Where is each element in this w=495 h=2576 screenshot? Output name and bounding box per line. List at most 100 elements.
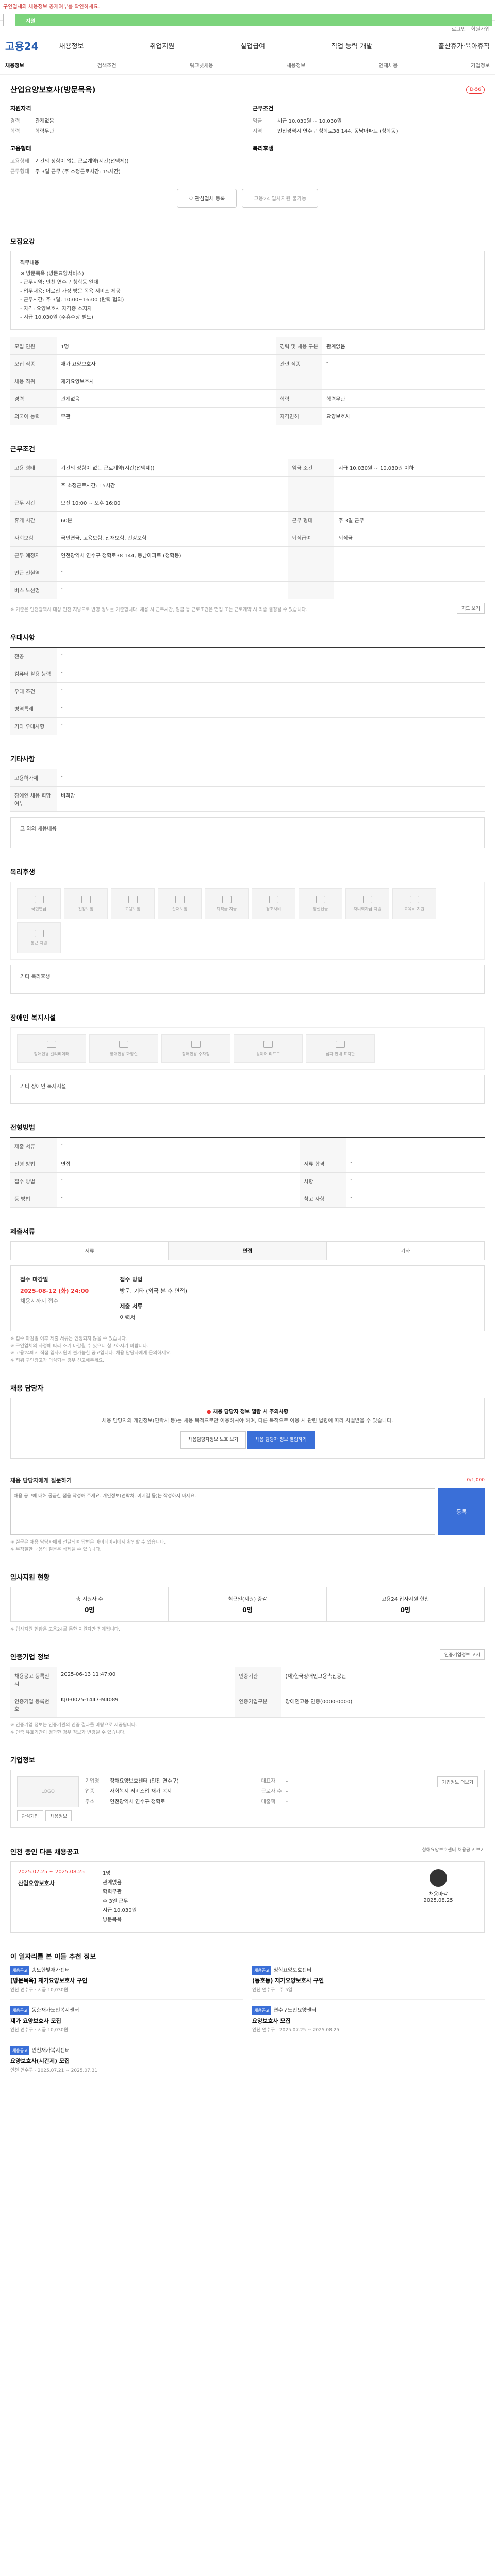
nav-item-leave[interactable]: 출산휴가·육아휴직 bbox=[438, 41, 490, 50]
note-line: ※ 질문은 채용 담당자에게 전달되며 답변은 마이페이지에서 확인할 수 있습… bbox=[10, 1540, 166, 1545]
row-label: 서류 합격 bbox=[300, 1155, 346, 1173]
benefit-label: 경조사비 bbox=[266, 906, 282, 911]
stat-value: 0명 bbox=[84, 1606, 95, 1614]
cert-table: 채용공고 등록일시 2025-06-13 11:47:00 인증기관 (재)한국장애인… bbox=[10, 1667, 485, 1718]
row-value: - bbox=[57, 1172, 300, 1190]
label: 근무형태 bbox=[10, 169, 29, 175]
company-jobs-button[interactable]: 채용정보 bbox=[45, 1810, 72, 1821]
company-interest-button[interactable]: 관심기업 bbox=[17, 1810, 44, 1821]
row-value bbox=[334, 581, 485, 599]
nav-item-support[interactable]: 취업지원 bbox=[150, 41, 174, 50]
question-submit-button[interactable]: 등록 bbox=[438, 1488, 485, 1535]
tab-docs[interactable]: 서류 bbox=[11, 1242, 169, 1260]
recommend-item[interactable]: 채용공고 연수구노인요양센터 요양보호사 모집 인천 연수구 · 2025.07.25… bbox=[252, 2006, 485, 2040]
region-link[interactable]: 청해요양보호센터 채용공고 보기 bbox=[422, 1846, 485, 1853]
row-label: 사항 bbox=[300, 1172, 346, 1190]
login-link[interactable]: 로그인 bbox=[452, 25, 466, 32]
section-title: 채용 담당자 bbox=[10, 1385, 44, 1393]
disabled-section: 장애인 복지시설 장애인용 엘리베이터 장애인용 화장실 장애인용 주차장 휠체어 리… bbox=[0, 994, 495, 1104]
interest-button[interactable]: ♡ 관심업체 등록 bbox=[176, 189, 237, 208]
row-label: 전형 방법 bbox=[10, 1155, 57, 1173]
apply-button[interactable]: 고용24 입사지원 불가능 bbox=[242, 189, 319, 208]
site-logo[interactable]: 고용24 bbox=[5, 38, 39, 53]
map-button[interactable]: 지도 보기 bbox=[457, 602, 485, 614]
recruit-table: 모집 인원 1명 경력 및 채용 구분 관계없음 모집 직종 재가 요양보호사 관련 직종 -… bbox=[10, 337, 485, 425]
benefit-icon bbox=[119, 1040, 128, 1048]
subnav-item[interactable]: 인재채용 bbox=[378, 61, 398, 69]
stat-recent: 최근일(지원) 증감 0명 bbox=[169, 1587, 327, 1621]
nav-item-jobs[interactable]: 채용정보 bbox=[59, 41, 84, 50]
table-row: 병역특례 - bbox=[10, 700, 485, 718]
reveal-contact-button[interactable]: 채용 담당자 정보 열람하기 bbox=[248, 1431, 315, 1449]
cert-section: 인증기업 정보 인증기업정보 고시 채용공고 등록일시 2025-06-13 11… bbox=[0, 1633, 495, 1736]
subnav-item[interactable]: 채용정보 bbox=[287, 61, 306, 69]
row-value: - bbox=[57, 682, 485, 700]
welfare-extra: 기타 복리후생 bbox=[10, 965, 485, 994]
view-policy-button[interactable]: 채용담당자정보 보호 보기 bbox=[180, 1431, 246, 1449]
region-card[interactable]: 2025.07.25 ~ 2025.08.25 산업요양보호사 1명 관계없음 … bbox=[10, 1861, 485, 1933]
table-row: 고용허가제 - bbox=[10, 769, 485, 787]
nav-item-benefits[interactable]: 실업급여 bbox=[240, 41, 265, 50]
others-section: 이 일자리를 본 이들 추천 정보 채용공고 송도한빛재가센터 [방문목욕] 재가요… bbox=[0, 1933, 495, 2080]
recommend-item[interactable]: 채용공고 송도한빛재가센터 [방문목욕] 재가요양보호사 구인 인천 연수구 · 시급… bbox=[10, 1966, 243, 2000]
row-label bbox=[288, 476, 335, 494]
cert-button[interactable]: 인증기업정보 고시 bbox=[439, 1649, 485, 1660]
table-row: 장애인 채용 희망 여부 비희망 bbox=[10, 786, 485, 812]
benefit-card: 국민연금 bbox=[17, 888, 61, 919]
recommend-company: 인천재가복지센터 bbox=[31, 2048, 70, 2054]
row-value: - bbox=[57, 1137, 300, 1155]
table-row: 근무 예정지 인천광역시 연수구 청학로38 144, 동남아파트 (청학동) bbox=[10, 546, 485, 564]
tab-etc[interactable]: 기타 bbox=[327, 1242, 484, 1260]
meta-item: 학력무관 bbox=[103, 1889, 122, 1895]
warning-title: 채용 담당자 정보 열람 시 주의사항 bbox=[213, 1409, 289, 1415]
row-value bbox=[322, 372, 485, 390]
row-label: 채용 직위 bbox=[10, 372, 57, 390]
signup-link[interactable]: 회원가입 bbox=[471, 25, 490, 32]
recommend-item[interactable]: 채용공고 인천재가복지센터 요양보호사(시간제) 모집 인천 연수구 · 2025.0… bbox=[10, 2046, 243, 2080]
label: 기업명 bbox=[85, 1778, 100, 1784]
subnav-item[interactable]: 워크넷채용 bbox=[190, 61, 213, 69]
recommend-item[interactable]: 채용공고 청학요양보호센터 (동호동) 재가요양보호사 구인 인천 연수구 · 주 5… bbox=[252, 1966, 485, 2000]
tab-interview[interactable]: 면접 bbox=[169, 1242, 327, 1260]
row-label: 자격면허 bbox=[275, 407, 322, 425]
docs-label: 제출 서류 bbox=[120, 1303, 143, 1310]
row-label: 병역특례 bbox=[10, 700, 57, 718]
section-title: 기업정보 bbox=[10, 1757, 35, 1765]
label: 고용형태 bbox=[10, 159, 29, 164]
subnav-item[interactable]: 기업정보 bbox=[471, 61, 490, 69]
work-table: 고용 형태 기간의 정함이 없는 근로계약(시간(선택제)) 임금 조건 시급 10,… bbox=[10, 459, 485, 599]
work-section: 근무조건 고용 형태 기간의 정함이 없는 근로계약(시간(선택제)) 임금 조건 시… bbox=[0, 425, 495, 614]
meta-item: 시급 10,030원 bbox=[103, 1908, 137, 1913]
row-value: 1명 bbox=[57, 337, 276, 355]
benefit-card: 휠체어 리프트 bbox=[234, 1034, 303, 1063]
label: 임금 bbox=[253, 118, 262, 124]
benefit-label: 통근 지원 bbox=[30, 940, 47, 945]
table-row: 채용 직위 재가요양보호사 bbox=[10, 372, 485, 390]
char-counter: 0/1,000 bbox=[467, 1478, 485, 1483]
section-title: 이 일자리를 본 이들 추천 정보 bbox=[10, 1953, 96, 1961]
section-title: 제출서류 bbox=[10, 1228, 35, 1236]
company-more-button[interactable]: 기업정보 더보기 bbox=[437, 1776, 478, 1787]
job-title: 산업요양보호사(방문목욕) bbox=[10, 85, 96, 94]
etc-extra: 그 외의 채용내용 bbox=[10, 817, 485, 848]
table-row: 고용 형태 기간의 정함이 없는 근로계약(시간(선택제)) 임금 조건 시급 10,… bbox=[10, 459, 485, 477]
nav-item-training[interactable]: 직업 능력 개발 bbox=[331, 41, 372, 50]
benefit-icon bbox=[316, 895, 325, 903]
recommend-item[interactable]: 채용공고 동춘재가노인복지센터 재가 요양보호사 모집 인천 연수구 · 시급 10,… bbox=[10, 2006, 243, 2040]
table-row: 인근 전철역 - bbox=[10, 564, 485, 582]
etc-section: 기타사항 고용허가제 - 장애인 채용 희망 여부 비희망 그 외의 채용내용 bbox=[0, 735, 495, 848]
table-row: 외국어 능력 무관 자격면허 요양보호사 bbox=[10, 407, 485, 425]
meta-item: 방문목욕 bbox=[103, 1917, 122, 1923]
row-label: 관련 직종 bbox=[275, 354, 322, 372]
section-title: 복리후생 bbox=[10, 869, 35, 876]
row-label bbox=[288, 546, 335, 564]
subnav-item[interactable]: 채용정보 bbox=[5, 61, 24, 69]
job-description: 직무내용 ※ 방문목욕 (방문요양서비스) - 근무지역: 인천 연수구 청학동… bbox=[10, 251, 485, 330]
benefit-card: 산재보험 bbox=[158, 888, 202, 919]
label: 매출액 bbox=[261, 1799, 276, 1805]
warning-icon: ● bbox=[206, 1409, 211, 1415]
benefit-icon bbox=[362, 895, 372, 903]
label: 지역 bbox=[253, 129, 262, 134]
subnav-item[interactable]: 검색조건 bbox=[97, 61, 117, 69]
question-input[interactable] bbox=[10, 1488, 435, 1535]
